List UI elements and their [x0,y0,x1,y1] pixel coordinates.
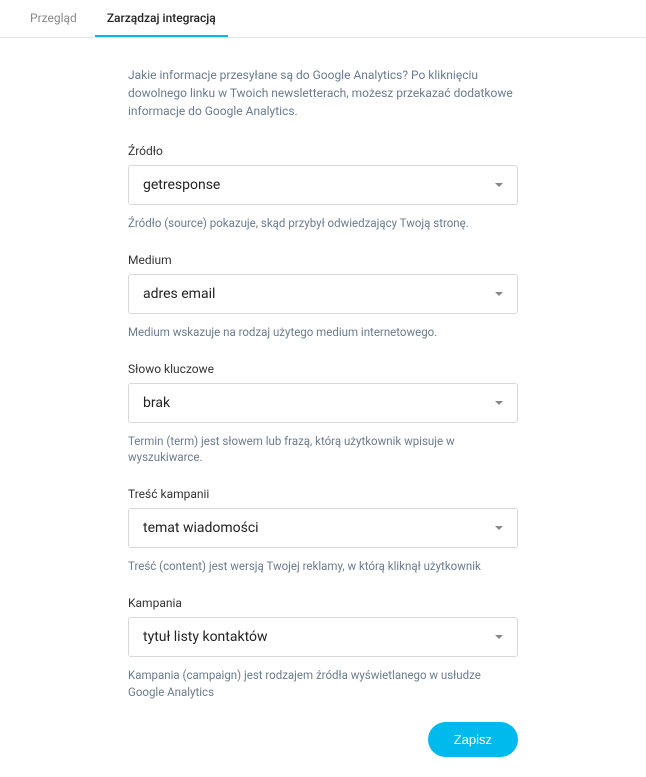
field-keyword: Słowo kluczowe brak Termin (term) jest s… [128,362,518,465]
form-actions: Zapisz [128,722,518,757]
keyword-label: Słowo kluczowe [128,362,518,376]
field-source: Źródło getresponse Źródło (source) pokaz… [128,144,518,231]
content-label: Treść kampanii [128,487,518,501]
chevron-down-icon [495,183,503,187]
field-campaign: Kampania tytuł listy kontaktów Kampania … [128,596,518,699]
intro-text: Jakie informacje przesyłane są do Google… [128,66,518,120]
campaign-dropdown[interactable]: tytuł listy kontaktów [128,617,518,657]
medium-value: adres email [143,286,215,302]
form-content: Jakie informacje przesyłane są do Google… [0,38,646,777]
medium-hint: Medium wskazuje na rodzaj użytego medium… [128,324,518,340]
chevron-down-icon [495,526,503,530]
content-dropdown[interactable]: temat wiadomości [128,508,518,548]
chevron-down-icon [495,292,503,296]
tabs: Przegląd Zarządzaj integracją [0,0,646,38]
content-hint: Treść (content) jest wersją Twojej rekla… [128,558,518,574]
chevron-down-icon [495,635,503,639]
campaign-value: tytuł listy kontaktów [143,629,268,645]
source-dropdown[interactable]: getresponse [128,165,518,205]
source-label: Źródło [128,144,518,158]
medium-label: Medium [128,253,518,267]
source-value: getresponse [143,177,220,193]
keyword-hint: Termin (term) jest słowem lub frazą, któ… [128,433,518,465]
chevron-down-icon [495,401,503,405]
field-content: Treść kampanii temat wiadomości Treść (c… [128,487,518,574]
tab-overview[interactable]: Przegląd [18,0,89,37]
keyword-value: brak [143,395,170,411]
source-hint: Źródło (source) pokazuje, skąd przybył o… [128,215,518,231]
field-medium: Medium adres email Medium wskazuje na ro… [128,253,518,340]
keyword-dropdown[interactable]: brak [128,383,518,423]
save-button[interactable]: Zapisz [428,722,518,757]
campaign-hint: Kampania (campaign) jest rodzajem źródła… [128,667,518,699]
campaign-label: Kampania [128,596,518,610]
tab-manage-integration[interactable]: Zarządzaj integracją [95,0,228,37]
medium-dropdown[interactable]: adres email [128,274,518,314]
content-value: temat wiadomości [143,520,259,536]
